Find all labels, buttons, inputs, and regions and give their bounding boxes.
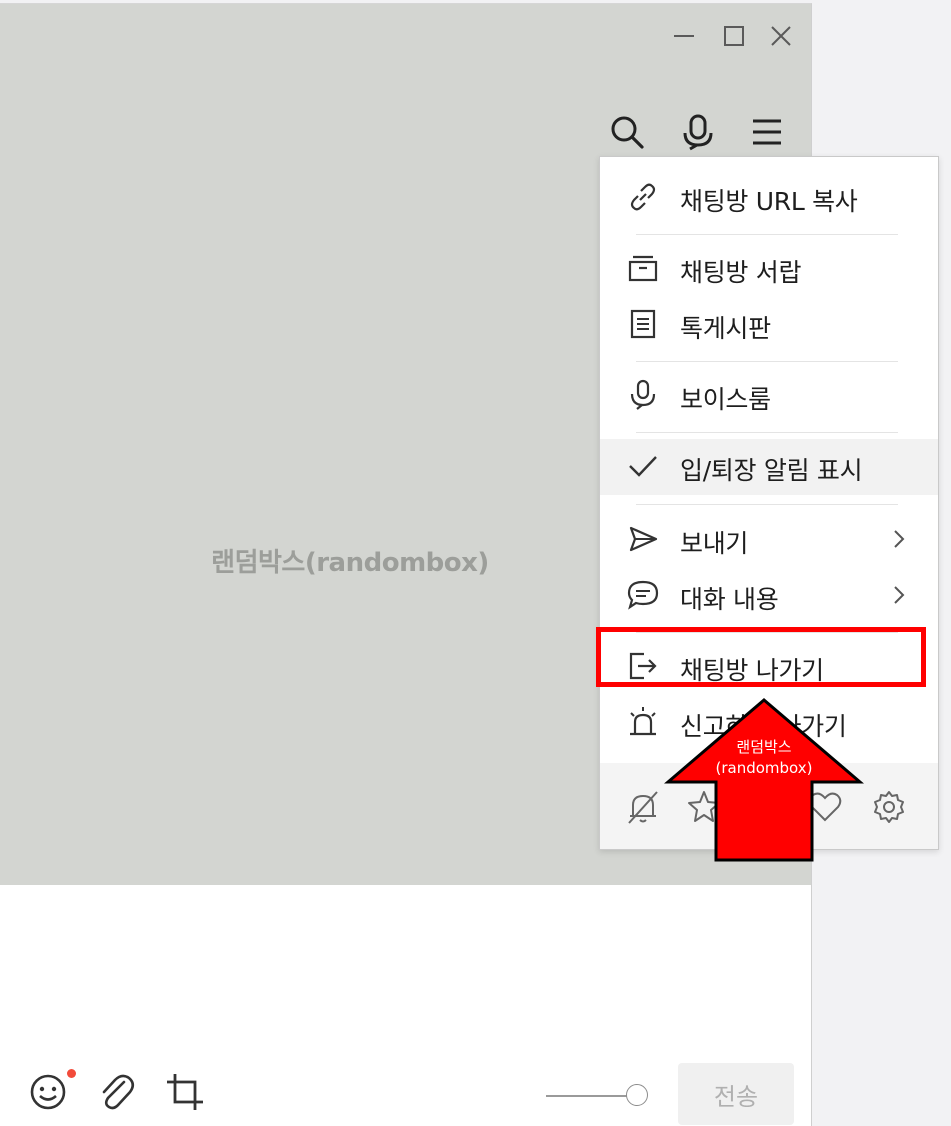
menu-item-label: 채팅방 서랍 <box>680 258 802 287</box>
gear-icon[interactable] <box>869 787 909 827</box>
crop-icon[interactable] <box>163 1070 207 1114</box>
send-icon <box>626 522 660 556</box>
notification-dot <box>67 1069 76 1078</box>
menu-item-label: 신고하고 나가기 <box>680 712 847 741</box>
microphone-icon[interactable] <box>677 111 719 153</box>
checkmark-icon <box>626 449 660 483</box>
search-icon[interactable] <box>606 111 648 153</box>
maximize-icon[interactable] <box>719 21 749 51</box>
font-size-slider-track[interactable] <box>546 1095 636 1097</box>
minimize-icon[interactable] <box>669 21 699 51</box>
drawer-icon <box>626 251 660 285</box>
menu-item-label: 보내기 <box>680 529 749 558</box>
board-icon <box>626 307 660 341</box>
menu-item-label: 채팅방 나가기 <box>680 656 824 685</box>
menu-item-label: 입/퇴장 알림 표시 <box>680 456 863 485</box>
voice-room-icon <box>626 378 660 412</box>
heart-icon[interactable] <box>805 787 845 827</box>
menu-item-board[interactable]: 톡게시판 <box>600 297 938 351</box>
bell-off-icon[interactable] <box>623 787 663 827</box>
close-icon[interactable] <box>766 21 796 51</box>
star-icon[interactable] <box>684 787 724 827</box>
menu-divider <box>636 361 898 362</box>
menu-bottom-bar <box>600 763 938 849</box>
exit-icon <box>626 649 660 683</box>
menu-divider <box>636 234 898 235</box>
menu-item-voice-room[interactable]: 보이스룸 <box>600 368 938 422</box>
chat-room-title: 랜덤박스(randombox) <box>211 548 489 578</box>
menu-item-label: 채팅방 URL 복사 <box>680 187 858 216</box>
menu-item-label: 대화 내용 <box>680 585 779 614</box>
menu-item-report-and-leave[interactable]: 신고하고 나가기 <box>600 695 938 749</box>
chevron-right-icon <box>886 582 912 608</box>
hamburger-menu-icon[interactable] <box>746 111 788 153</box>
emoticon-icon[interactable] <box>26 1070 70 1114</box>
menu-divider <box>636 504 898 505</box>
chatroom-menu: 채팅방 URL 복사 채팅방 서랍 톡게시판 보이스룸 입/퇴장 알림 표시 보… <box>599 156 939 850</box>
paperclip-icon[interactable] <box>94 1070 138 1114</box>
menu-item-entry-exit-notice[interactable]: 입/퇴장 알림 표시 <box>600 439 938 495</box>
menu-item-drawer[interactable]: 채팅방 서랍 <box>600 241 938 295</box>
link-icon <box>626 180 660 214</box>
send-button[interactable]: 전송 <box>678 1063 794 1125</box>
menu-divider <box>636 432 898 433</box>
menu-item-send[interactable]: 보내기 <box>600 512 938 566</box>
siren-icon <box>626 705 660 739</box>
menu-item-copy-url[interactable]: 채팅방 URL 복사 <box>600 170 938 224</box>
menu-divider <box>636 632 898 633</box>
menu-item-label: 톡게시판 <box>680 314 771 343</box>
menu-item-chat-content[interactable]: 대화 내용 <box>600 568 938 622</box>
font-size-slider-knob[interactable] <box>626 1084 648 1106</box>
chevron-right-icon <box>886 526 912 552</box>
chat-bubble-icon <box>626 578 660 612</box>
menu-item-leave-chatroom[interactable]: 채팅방 나가기 <box>600 639 938 693</box>
menu-item-label: 보이스룸 <box>680 385 771 414</box>
